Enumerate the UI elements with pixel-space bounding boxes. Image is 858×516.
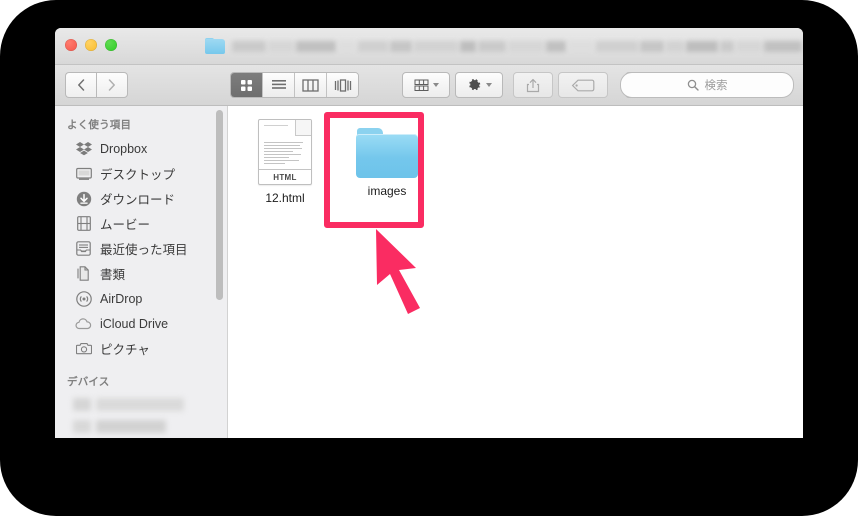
columns-icon (302, 79, 319, 92)
coverflow-view-button[interactable] (327, 73, 358, 97)
sidebar-item-downloads[interactable]: ダウンロード (55, 186, 227, 211)
sidebar-item-label: iCloud Drive (100, 316, 169, 331)
icloud-icon (75, 316, 92, 332)
file-name-label: 12.html (265, 191, 305, 205)
device-bezel: 検索 よく使う項目 Dropbox デスクトップ ダウンロード ムービー 最近使… (0, 0, 858, 516)
file-item-html[interactable]: HTML 12.html (239, 119, 331, 207)
share-icon (526, 78, 540, 92)
back-button[interactable] (65, 72, 96, 98)
tag-button[interactable] (558, 72, 608, 98)
recents-icon (75, 241, 92, 257)
list-view-button[interactable] (263, 73, 295, 97)
sidebar-item-documents[interactable]: 書類 (55, 261, 227, 286)
sidebar-item-dropbox[interactable]: Dropbox (55, 136, 227, 161)
sidebar-scrollbar[interactable] (216, 110, 223, 300)
finder-window: 検索 よく使う項目 Dropbox デスクトップ ダウンロード ムービー 最近使… (55, 28, 803, 438)
icon-view-button[interactable] (231, 73, 263, 97)
sidebar-item-label: 書類 (100, 268, 126, 282)
window-body: よく使う項目 Dropbox デスクトップ ダウンロード ムービー 最近使った項… (55, 106, 803, 438)
sidebar-item-label: ダウンロード (100, 193, 176, 207)
action-menu-button[interactable] (455, 72, 503, 98)
sidebar-item-label: Dropbox (100, 141, 148, 156)
finder-sidebar: よく使う項目 Dropbox デスクトップ ダウンロード ムービー 最近使った項… (55, 106, 228, 438)
airdrop-icon (75, 290, 92, 307)
chevron-left-icon (78, 79, 85, 91)
traffic-light-group (65, 39, 117, 51)
window-title-redacted (232, 39, 803, 54)
search-icon (687, 79, 699, 91)
coverflow-icon (334, 79, 351, 92)
sidebar-section-devices-header: デバイス (67, 376, 110, 388)
navigation-buttons (65, 72, 128, 98)
finder-toolbar: 検索 (55, 65, 803, 106)
sidebar-item-label: 最近使った項目 (100, 243, 188, 257)
sidebar-item-redacted[interactable] (73, 393, 227, 415)
file-list-area[interactable]: HTML 12.html images (228, 106, 803, 438)
documents-icon (75, 266, 92, 282)
gear-icon (468, 78, 480, 90)
tag-icon (571, 79, 595, 91)
pictures-icon (75, 341, 92, 357)
sidebar-section-favorites-header: よく使う項目 (67, 119, 132, 131)
sidebar-item-recents[interactable]: 最近使った項目 (55, 236, 227, 261)
view-mode-segmented-control (230, 72, 359, 98)
sidebar-item-label: ピクチャ (100, 343, 150, 357)
close-button[interactable] (65, 39, 77, 51)
downloads-icon (75, 191, 92, 207)
arrange-by-button[interactable] (402, 72, 450, 98)
window-titlebar (55, 28, 803, 65)
list-icon (271, 80, 286, 89)
chevron-down-icon (485, 83, 492, 87)
maximize-button[interactable] (105, 39, 117, 51)
sidebar-item-desktop[interactable]: デスクトップ (55, 161, 227, 186)
sidebar-item-redacted[interactable] (73, 437, 227, 438)
chevron-right-icon (108, 79, 115, 91)
minimize-button[interactable] (85, 39, 97, 51)
sidebar-item-label: デスクトップ (100, 168, 176, 182)
sidebar-item-label: AirDrop (100, 291, 143, 306)
sidebar-item-label: ムービー (100, 218, 151, 232)
chevron-down-icon (432, 83, 439, 87)
grid-icon (241, 79, 252, 91)
column-view-button[interactable] (295, 73, 327, 97)
sidebar-item-pictures[interactable]: ピクチャ (55, 336, 227, 361)
arrange-grid-icon (414, 79, 428, 91)
search-field[interactable]: 検索 (620, 72, 794, 98)
search-placeholder: 検索 (704, 80, 728, 92)
sidebar-item-airdrop[interactable]: AirDrop (55, 286, 227, 311)
sidebar-devices-redacted (55, 393, 227, 438)
file-kind-badge: HTML (259, 169, 311, 184)
html-document-icon: HTML (258, 119, 312, 185)
desktop-icon (75, 166, 92, 182)
pointer-arrow-annotation (376, 229, 420, 314)
sidebar-item-movies[interactable]: ムービー (55, 211, 227, 236)
title-folder-icon (205, 38, 225, 54)
sidebar-item-redacted[interactable] (73, 415, 227, 437)
dropbox-icon (75, 141, 92, 157)
sidebar-item-icloud-drive[interactable]: iCloud Drive (55, 311, 227, 336)
window-title-area (205, 34, 803, 58)
highlight-box-images (324, 112, 424, 228)
forward-button[interactable] (96, 72, 128, 98)
share-button[interactable] (513, 72, 553, 98)
movies-icon (75, 216, 92, 232)
